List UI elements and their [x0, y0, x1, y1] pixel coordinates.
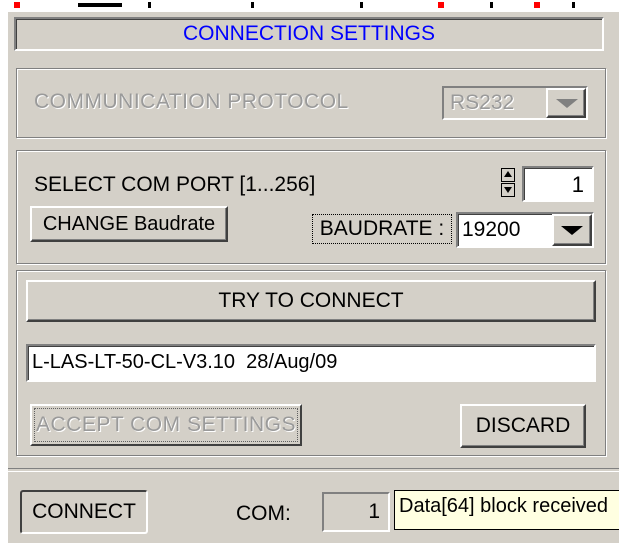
spinner-down-icon[interactable]	[501, 183, 515, 197]
baudrate-select[interactable]: 19200	[456, 212, 594, 248]
window: CONNECTION SETTINGS COMMUNICATION PROTOC…	[0, 0, 619, 543]
com-port-value: 1	[571, 172, 584, 197]
chevron-down-icon	[556, 99, 578, 108]
protocol-select[interactable]: RS232	[442, 86, 588, 120]
discard-label: DISCARD	[475, 414, 571, 437]
baudrate-value: 19200	[462, 218, 521, 241]
com-port-input[interactable]: 1	[522, 166, 594, 202]
spinner-up-icon[interactable]	[501, 168, 515, 182]
accept-com-settings-label: ACCEPT COM SETTINGS	[36, 413, 296, 436]
com-display-value: 1	[368, 500, 380, 523]
chevron-down-icon	[561, 226, 583, 235]
change-baudrate-button[interactable]: CHANGE Baudrate	[30, 206, 228, 242]
protocol-dropdown-button[interactable]	[546, 88, 586, 118]
connect-label: CONNECT	[32, 500, 136, 523]
com-display: 1	[322, 492, 390, 532]
change-baudrate-label: CHANGE Baudrate	[42, 212, 216, 235]
connect-button[interactable]: CONNECT	[20, 490, 148, 534]
top-strip	[0, 0, 619, 12]
try-to-connect-button[interactable]: TRY TO CONNECT	[26, 280, 596, 322]
protocol-value: RS232	[450, 91, 515, 114]
baudrate-label: BAUDRATE :	[319, 217, 445, 240]
status-message-text: Data[64] block received	[399, 495, 609, 517]
accept-com-settings-button[interactable]: ACCEPT COM SETTINGS	[30, 404, 302, 446]
baudrate-dropdown-button[interactable]	[552, 214, 592, 246]
device-status-field: L-LAS-LT-50-CL-V3.10 28/Aug/09	[26, 344, 596, 382]
dialog-title: CONNECTION SETTINGS	[14, 17, 604, 51]
discard-button[interactable]: DISCARD	[460, 404, 586, 448]
com-port-spinner[interactable]	[498, 166, 518, 200]
status-message-field: Data[64] block received	[394, 490, 619, 530]
protocol-label: COMMUNICATION PROTOCOL	[34, 90, 349, 113]
com-port-label: SELECT COM PORT [1...256]	[34, 173, 316, 196]
device-status-text: L-LAS-LT-50-CL-V3.10 28/Aug/09	[32, 351, 338, 373]
baudrate-label-box: BAUDRATE :	[312, 214, 452, 244]
com-label: COM:	[236, 502, 291, 525]
bottom-separator	[8, 468, 619, 472]
try-to-connect-label: TRY TO CONNECT	[218, 289, 404, 312]
